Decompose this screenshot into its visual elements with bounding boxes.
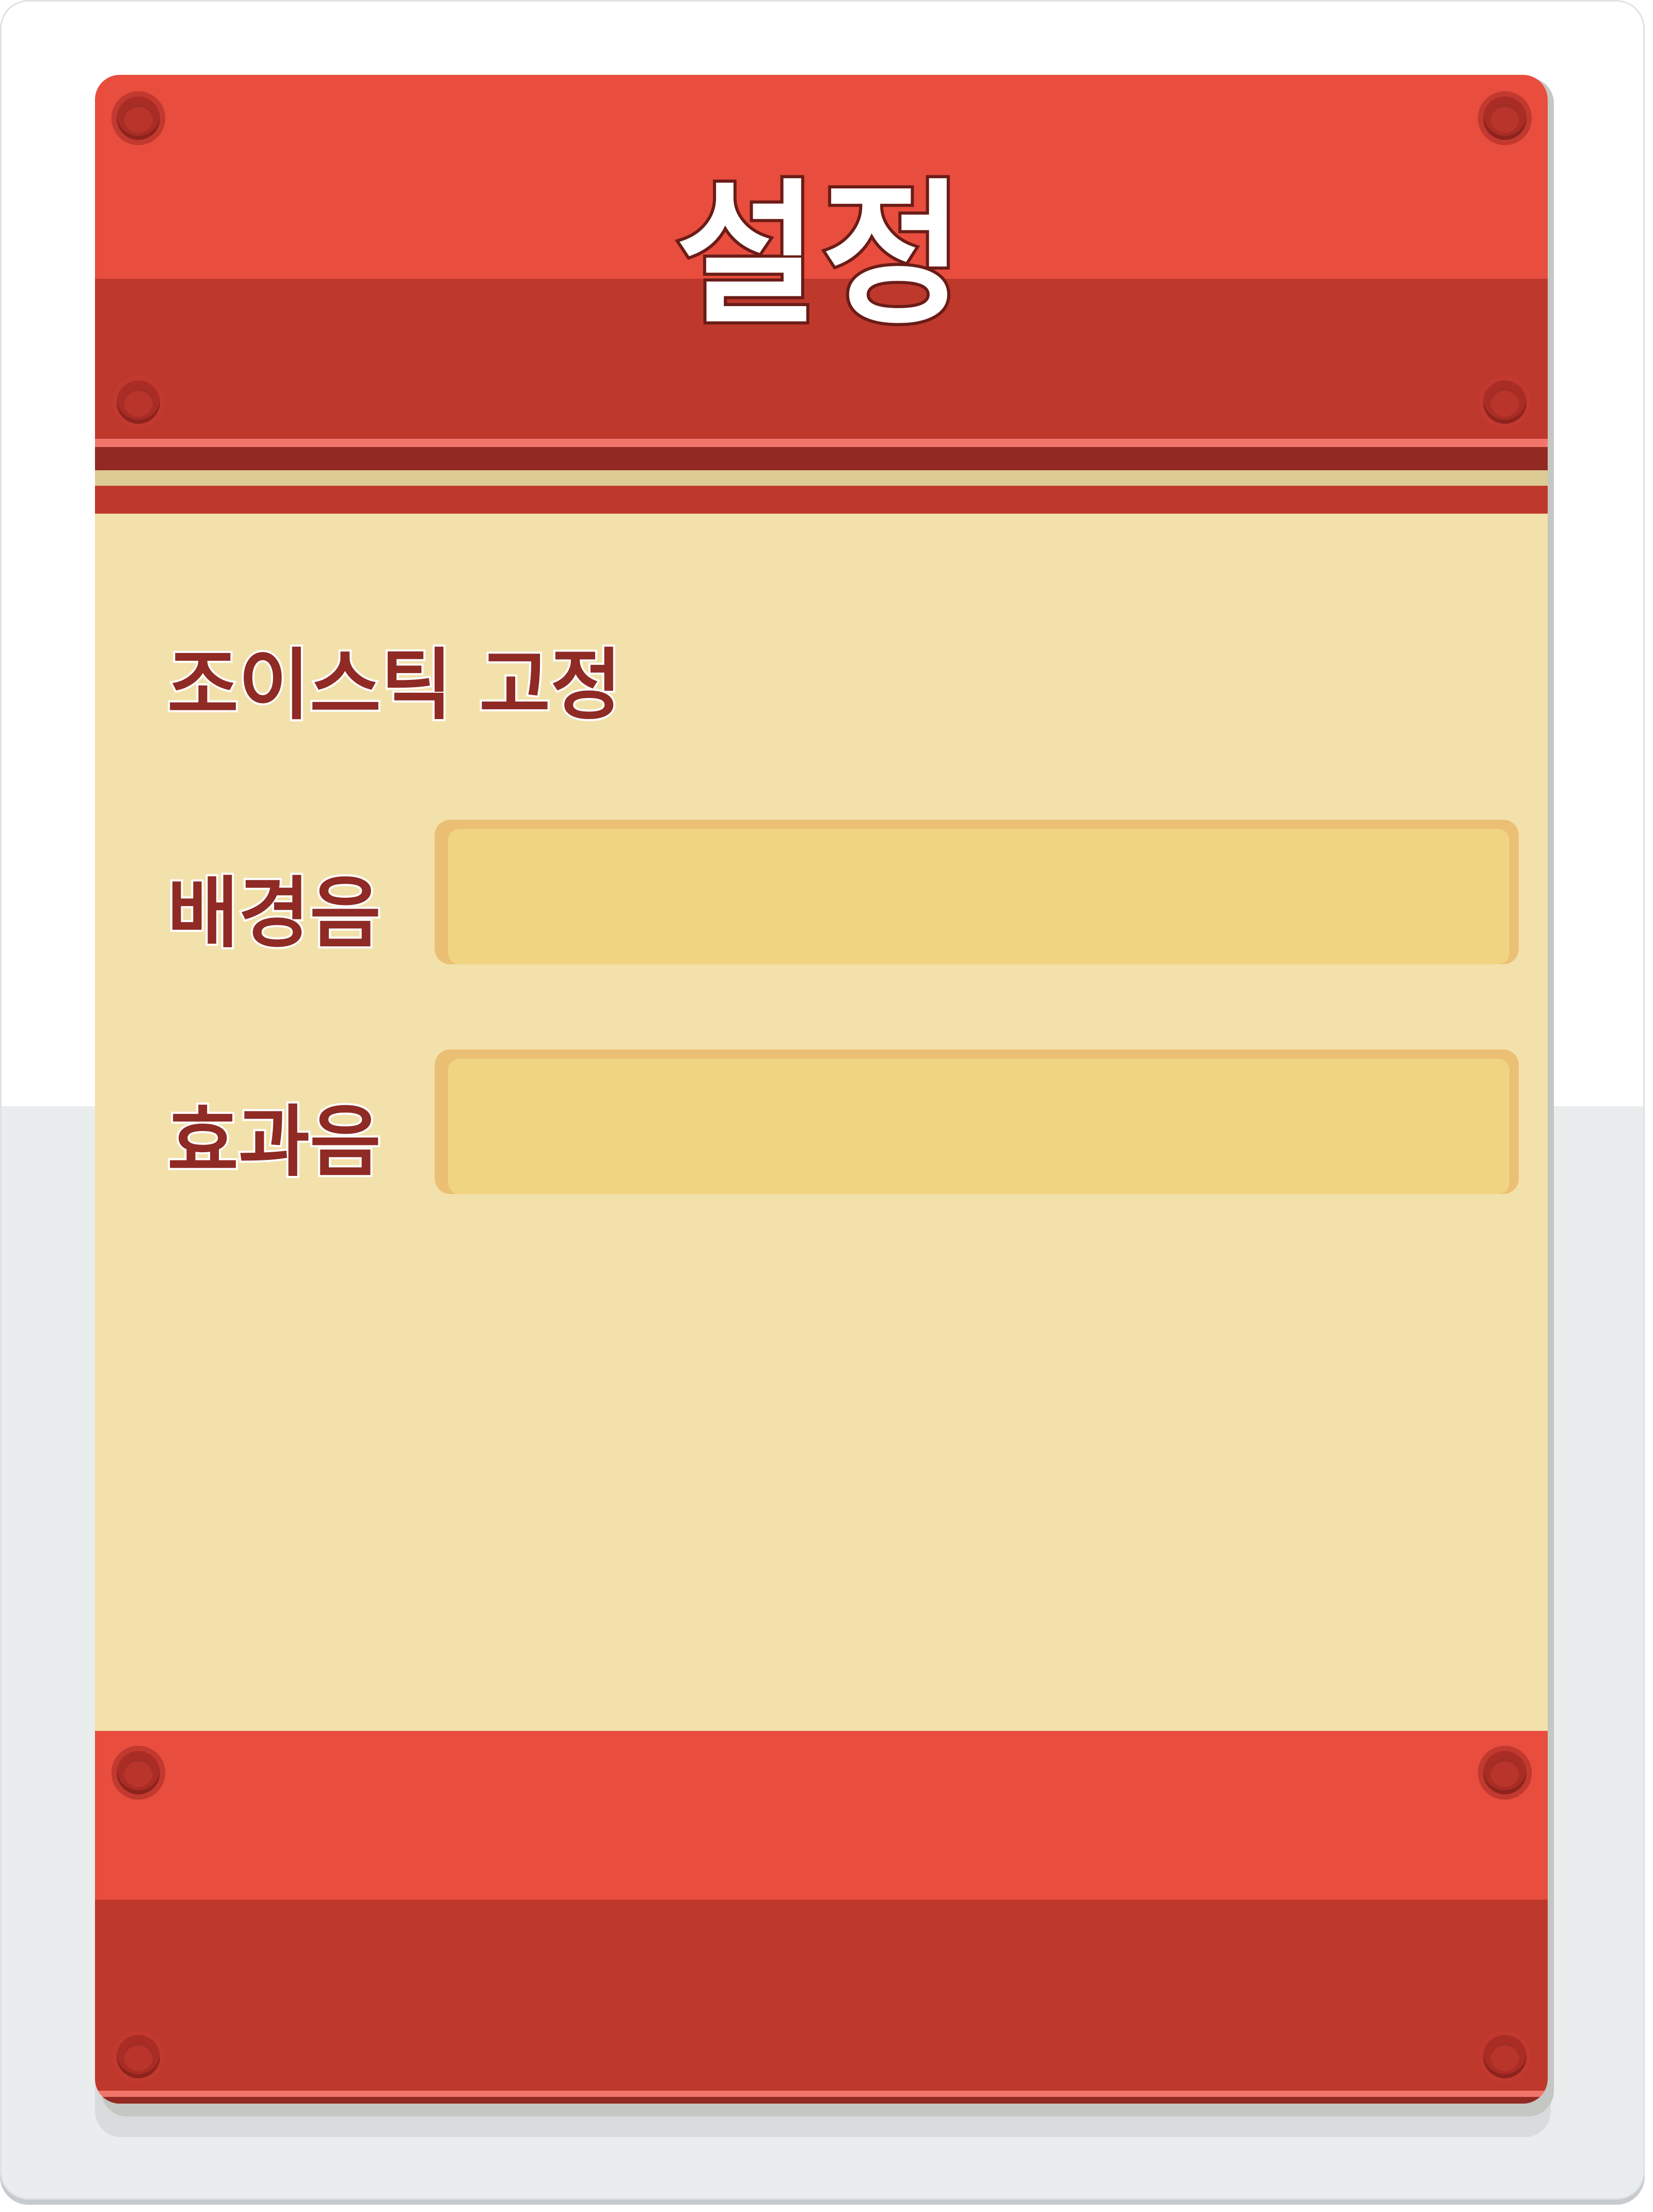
sfx-label: 효과음: [165, 1095, 383, 1189]
header-highlight-line: [95, 439, 1548, 447]
game-settings-screen: 설정 조이스틱 고정 배경음 효과음: [0, 0, 1653, 2212]
rivet-icon: [1478, 2030, 1532, 2083]
rivet-icon: [112, 1746, 165, 1800]
bgm-label: 배경음: [165, 867, 383, 961]
footer-bottom-band: [95, 1900, 1548, 2104]
sfx-volume-slider[interactable]: [435, 1049, 1519, 1194]
footer-highlight-line: [95, 2091, 1548, 2097]
footer-dark-strip: [95, 2097, 1548, 2104]
rivet-icon: [1478, 91, 1532, 145]
rivet-icon: [112, 91, 165, 145]
footer-top-band: [95, 1731, 1548, 1900]
bgm-volume-slider[interactable]: [435, 820, 1519, 964]
rivet-icon: [112, 2030, 165, 2083]
rivet-icon: [1478, 1746, 1532, 1800]
rivet-icon: [1478, 375, 1532, 429]
bgm-volume-fill: [448, 829, 1509, 964]
settings-title: 설정: [673, 162, 967, 348]
sfx-volume-fill: [448, 1059, 1509, 1194]
settings-panel: 설정 조이스틱 고정 배경음 효과음: [95, 75, 1548, 2104]
rivet-icon: [112, 375, 165, 429]
joystick-lock-toggle[interactable]: 조이스틱 고정: [165, 634, 624, 737]
header-shade: [95, 470, 1548, 486]
header-dark-strip: [95, 447, 1548, 470]
